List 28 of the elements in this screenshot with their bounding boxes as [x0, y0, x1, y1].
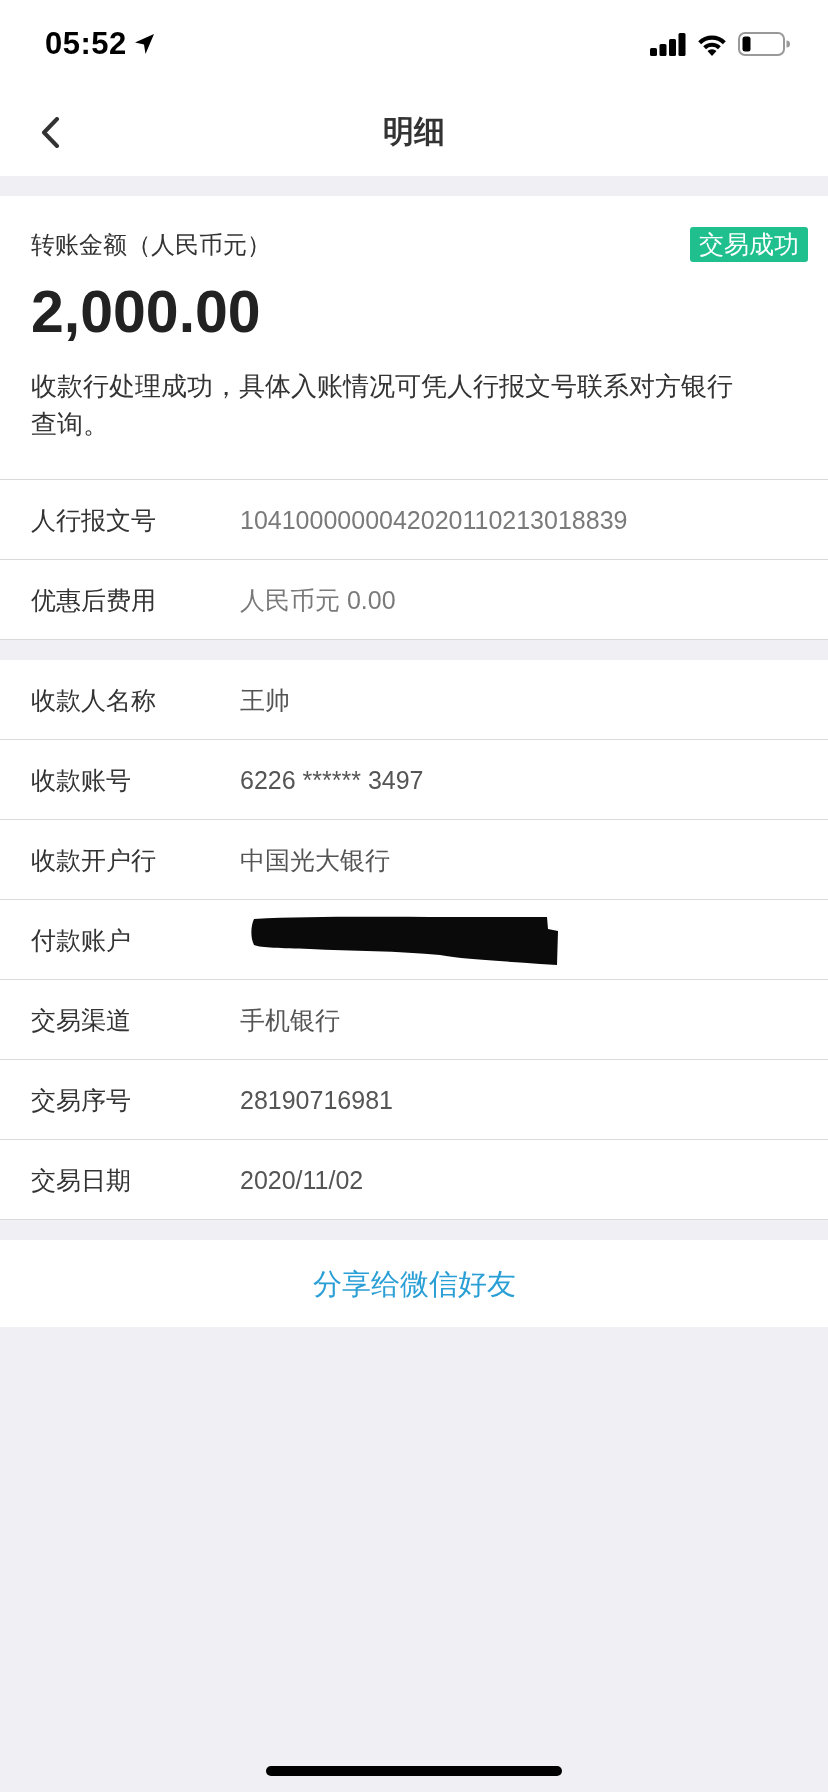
field-value: 王帅 — [240, 684, 290, 716]
field-label: 收款账号 — [31, 764, 132, 796]
battery-icon — [738, 32, 790, 56]
page-title: 明细 — [383, 113, 445, 151]
field-value: 2020/11/02 — [240, 1164, 364, 1196]
location-arrow-icon — [134, 34, 154, 54]
field-value: 手机银行 — [240, 1004, 340, 1036]
back-icon — [40, 116, 60, 148]
field-label: 交易日期 — [31, 1164, 132, 1196]
field-value: 人民币元 0.00 — [240, 584, 396, 616]
field-label: 付款账户 — [31, 924, 132, 956]
field-label: 优惠后费用 — [31, 584, 157, 616]
share-button[interactable]: 分享给微信好友 — [0, 1240, 828, 1327]
field-value: 28190716981 — [240, 1084, 393, 1116]
field-label: 交易渠道 — [31, 1004, 132, 1036]
amount-value: 2,000.00 — [31, 280, 261, 344]
amount-label: 转账金额（人民币元） — [31, 230, 271, 260]
signal-icon — [650, 32, 686, 56]
field-value: 中国光大银行 — [240, 844, 390, 876]
status-note: 收款行处理成功，具体入账情况可凭人行报文号联系对方银行查询。 — [31, 370, 734, 441]
field-label: 收款人名称 — [31, 684, 157, 716]
field-label: 收款开户行 — [31, 844, 157, 876]
status-badge: 交易成功 — [690, 227, 808, 262]
field-value: 6226 ****** 3497 — [240, 764, 424, 796]
field-label: 人行报文号 — [31, 504, 157, 536]
field-label: 交易序号 — [31, 1084, 132, 1116]
field-value: 1041000000042020110213018839 — [240, 504, 628, 536]
status-time: 05:52 — [45, 26, 127, 62]
